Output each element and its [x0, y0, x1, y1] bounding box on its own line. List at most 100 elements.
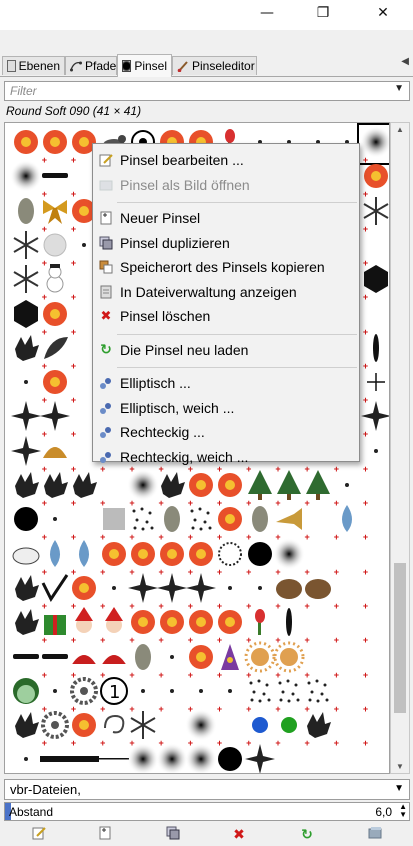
svg-text:1: 1: [109, 682, 120, 703]
chevron-down-icon[interactable]: ▼: [394, 83, 404, 94]
brush-editor-icon: [177, 60, 189, 73]
open-as-image-icon: [368, 826, 382, 843]
brush-cell[interactable]: +: [359, 742, 389, 773]
brush-cell[interactable]: +: [359, 468, 389, 506]
context-menu-item[interactable]: Elliptisch ...: [93, 372, 359, 394]
menu-item-label: Pinsel löschen: [120, 308, 211, 324]
context-menu-item[interactable]: Pinsel bearbeiten ...: [93, 149, 359, 171]
brush-cell[interactable]: +: [359, 502, 389, 540]
brush-cell[interactable]: +: [359, 537, 389, 575]
refresh-icon: ↻: [100, 341, 112, 357]
brush-cell[interactable]: +: [359, 228, 389, 266]
brush-cell[interactable]: +: [359, 640, 389, 678]
brush-cell[interactable]: +: [359, 399, 389, 437]
brush-cell[interactable]: +: [359, 331, 389, 369]
brush-cell[interactable]: +: [359, 365, 389, 403]
spacing-slider[interactable]: Abstand 6,0 ▲ ▼: [4, 802, 410, 821]
tab-label: Pinsel: [134, 59, 167, 73]
edit-icon: [32, 826, 46, 843]
context-menu-item[interactable]: ↻ Die Pinsel neu laden: [93, 339, 359, 361]
context-menu-item[interactable]: In Dateiverwaltung anzeigen: [93, 281, 359, 303]
brush-cell[interactable]: +: [359, 262, 389, 300]
file-manager-icon: [99, 285, 113, 299]
tag-combo-value: vbr-Dateien,: [10, 782, 81, 797]
brush-generated-icon: [99, 401, 113, 415]
vertical-scrollbar[interactable]: ▲ ▼: [390, 122, 410, 774]
copy-location-icon: [99, 260, 113, 274]
plus-marker: +: [100, 773, 105, 774]
brush-cell[interactable]: +: [359, 434, 389, 472]
plus-marker: +: [363, 773, 368, 774]
minimize-button[interactable]: —: [244, 0, 290, 26]
brush-cell[interactable]: +: [359, 674, 389, 712]
edit-icon: [99, 153, 113, 167]
context-menu-item[interactable]: ✖ Pinsel löschen: [93, 305, 359, 327]
tab-brushes[interactable]: Pinsel: [117, 54, 172, 77]
plus-marker: +: [246, 773, 251, 774]
brush-cell[interactable]: +: [357, 123, 389, 165]
menu-separator: [117, 202, 357, 203]
delete-icon: ✖: [100, 308, 112, 323]
menu-item-label: Neuer Pinsel: [120, 210, 201, 226]
plus-marker: +: [71, 773, 76, 774]
context-menu-item[interactable]: Elliptisch, weich ...: [93, 397, 359, 419]
spacing-value: 6,0: [375, 805, 392, 819]
edit-brush-button[interactable]: [30, 825, 48, 843]
maximize-button[interactable]: ❐: [300, 0, 346, 26]
tag-combo[interactable]: vbr-Dateien, ▼: [4, 779, 410, 800]
new-brush-icon: [99, 211, 113, 225]
close-button[interactable]: ✕: [360, 0, 406, 26]
menu-item-label: Speicherort des Pinsels kopieren: [120, 259, 325, 275]
open-as-image-button[interactable]: [366, 825, 384, 843]
delete-brush-button[interactable]: ✖: [230, 825, 248, 843]
tab-brush-editor[interactable]: Pinseleditor: [172, 56, 257, 75]
context-menu-item: Pinsel als Bild öffnen: [93, 174, 359, 196]
plus-marker: +: [42, 773, 47, 774]
menu-item-label: Pinsel bearbeiten ...: [120, 152, 244, 168]
tab-paths[interactable]: Pfade: [65, 56, 117, 75]
layers-icon: [7, 60, 16, 72]
tab-layers[interactable]: Ebenen: [2, 56, 65, 75]
tab-label: Pfade: [85, 59, 117, 73]
menu-item-label: Rechteckig, weich ...: [120, 448, 249, 465]
spin-arrows-icon[interactable]: ▲ ▼: [399, 803, 407, 819]
brush-generated-icon: [99, 425, 113, 439]
brush-cell[interactable]: +: [359, 605, 389, 643]
filter-input[interactable]: Filter ▼: [4, 81, 410, 101]
open-as-image-icon: [99, 178, 113, 192]
scroll-down-icon[interactable]: ▼: [391, 762, 409, 771]
scroll-up-icon[interactable]: ▲: [391, 125, 409, 134]
new-brush-button[interactable]: [96, 825, 114, 843]
menu-item-label: In Dateiverwaltung anzeigen: [120, 283, 297, 300]
brush-cell[interactable]: +: [359, 571, 389, 609]
context-menu-item[interactable]: Rechteckig ...: [93, 421, 359, 443]
plus-marker: +: [217, 773, 222, 774]
brush-generated-icon: [99, 450, 113, 464]
brush-cell[interactable]: +: [359, 194, 389, 232]
plus-marker: +: [159, 773, 164, 774]
chevron-down-icon[interactable]: ▼: [394, 783, 404, 794]
duplicate-brush-button[interactable]: [164, 825, 182, 843]
plus-marker: +: [305, 773, 310, 774]
selected-brush-name: Round Soft 090 (41 × 41): [6, 104, 142, 118]
refresh-brushes-button[interactable]: ↻: [298, 825, 316, 843]
menu-separator: [117, 333, 357, 335]
paths-icon: [70, 60, 82, 72]
context-menu-item[interactable]: Neuer Pinsel: [93, 207, 359, 229]
brush-cell[interactable]: +: [359, 159, 389, 197]
tab-menu-icon[interactable]: ◀: [401, 56, 409, 67]
context-menu-item[interactable]: Speicherort des Pinsels kopieren: [93, 256, 359, 278]
brush-icon: [122, 60, 132, 72]
brush-cell[interactable]: +: [359, 708, 389, 746]
refresh-icon: ↻: [301, 825, 313, 842]
context-menu-item[interactable]: Pinsel duplizieren: [93, 232, 359, 254]
scrollbar-thumb[interactable]: [394, 563, 406, 713]
duplicate-icon: [166, 826, 180, 843]
context-menu-item[interactable]: Rechteckig, weich ...: [93, 446, 359, 468]
plus-marker: +: [275, 773, 280, 774]
brush-cell[interactable]: +: [359, 297, 389, 335]
delete-icon: ✖: [233, 825, 245, 842]
tab-label: Pinseleditor: [192, 59, 255, 73]
menu-item-label: Pinsel duplizieren: [120, 234, 230, 251]
filter-placeholder: Filter: [10, 84, 37, 98]
